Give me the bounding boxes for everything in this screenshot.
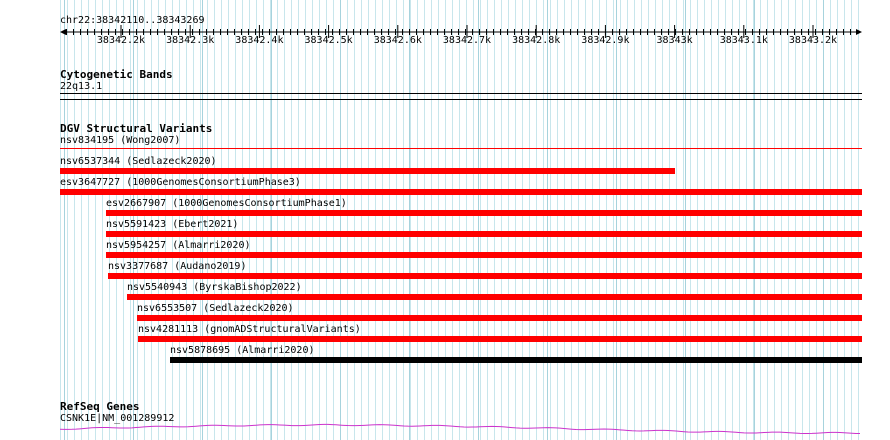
dgv-feature-label[interactable]: nsv5591423 (Ebert2021) [106,219,238,231]
refseq-gene-line[interactable] [0,420,890,436]
dgv-feature-label[interactable]: esv2667907 (1000GenomesConsortiumPhase1) [106,198,347,210]
ruler-tick-label: 38342.6k [373,35,422,46]
ruler-tick-label: 38342.2k [96,35,146,46]
ruler-right-arrow-icon [856,29,862,35]
dgv-feature-bar[interactable] [60,148,862,149]
dgv-feature-label[interactable]: nsv4281113 (gnomADStructuralVariants) [138,324,361,336]
dgv-feature-label[interactable]: nsv5954257 (Almarri2020) [106,240,251,252]
dgv-feature-bar[interactable] [106,231,862,237]
dgv-feature-bar[interactable] [137,315,862,321]
ruler-tick-label: 38342.3k [166,35,215,46]
ruler-tick-label: 38342.9k [581,35,630,46]
ruler-tick-label: 38342.4k [235,35,284,46]
cytoband-label[interactable]: 22q13.1 [60,81,102,93]
ruler-tick-label: 38342.8k [512,35,561,46]
cytoband-line-bottom [60,99,862,100]
ruler-tick-label: 38342.7k [442,35,492,46]
dgv-feature-bar[interactable] [60,168,675,174]
cytoband-line-top [60,93,862,94]
dgv-feature-bar[interactable] [106,210,862,216]
ruler-tick-label: 38343k [656,35,693,46]
dgv-feature-label[interactable]: nsv6537344 (Sedlazeck2020) [60,156,217,168]
dgv-feature-label[interactable]: nsv5540943 (ByrskaBishop2022) [127,282,302,294]
dgv-feature-label[interactable]: esv3647727 (1000GenomesConsortiumPhase3) [60,177,301,189]
dgv-feature-bar[interactable] [138,336,862,342]
dgv-feature-bar[interactable] [108,273,862,279]
dgv-feature-label[interactable]: nsv3377687 (Audano2019) [108,261,246,273]
cytobands-track-title: Cytogenetic Bands [60,68,173,81]
dgv-feature-bar[interactable] [170,357,862,363]
dgv-feature-label[interactable]: nsv834195 (Wong2007) [60,135,180,147]
ruler-tick-label: 38342.5k [304,35,353,46]
ruler-tick-label: 38343.1k [719,35,768,46]
dgv-feature-label[interactable]: nsv6553507 (Sedlazeck2020) [137,303,294,315]
ruler-left-arrow-icon [60,29,66,35]
refseq-track-title: RefSeq Genes [60,400,140,413]
dgv-feature-label[interactable]: nsv5878695 (Almarri2020) [170,345,315,357]
dgv-track-title: DGV Structural Variants [60,122,213,135]
dgv-feature-bar[interactable] [60,189,862,195]
ruler-tick-label: 38343.2k [788,35,838,46]
dgv-feature-bar[interactable] [127,294,862,300]
dgv-feature-bar[interactable] [106,252,862,258]
